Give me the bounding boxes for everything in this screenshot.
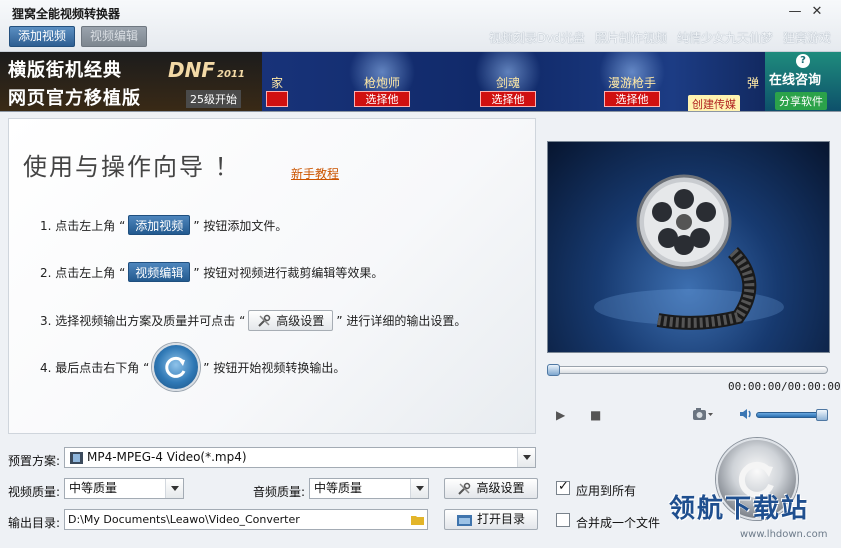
stop-icon[interactable]: ■ xyxy=(590,408,601,422)
guide-step-4: 4. 最后点击右下角 “ ” 按钮开始视频转换输出。 xyxy=(40,343,345,391)
guide-step-2: 2. 点击左上角 “ 视频编辑 ” 按钮对视频进行裁剪编辑等效果。 xyxy=(40,262,383,282)
merge-label: 合并成一个文件 xyxy=(576,516,661,530)
guide-panel: 使用与操作向导 ！ 新手教程 1. 点击左上角 “ 添加视频 ” 按钮添加文件。… xyxy=(8,118,536,434)
banner-char-2[interactable]: 剑魂 选择他 xyxy=(472,54,544,110)
advanced-settings-button[interactable]: 高级设置 xyxy=(444,478,538,499)
video-quality-select[interactable]: 中等质量 xyxy=(64,478,184,499)
banner-promo: 横版街机经典 网页官方移植版 DNF 2011 25级开始 xyxy=(0,52,262,111)
tools-icon xyxy=(458,482,471,495)
guide-step-1: 1. 点击左上角 “ 添加视频 ” 按钮添加文件。 xyxy=(40,215,287,235)
banner-char-name: 漫游枪手 xyxy=(607,76,656,90)
seek-thumb[interactable] xyxy=(547,364,560,376)
folder-icon[interactable] xyxy=(411,514,424,525)
watermark-url: www.lhdown.com xyxy=(740,529,828,540)
banner-pick-button[interactable] xyxy=(266,91,288,107)
banner-pick-button[interactable]: 选择他 xyxy=(480,91,536,107)
banner-pick-button[interactable]: 选择他 xyxy=(354,91,410,107)
volume-icon[interactable] xyxy=(739,407,753,424)
chevron-down-icon[interactable] xyxy=(410,479,428,498)
banner-char-1[interactable]: 枪炮师 选择他 xyxy=(346,54,418,110)
guide-edit-video-button[interactable]: 视频编辑 xyxy=(128,262,191,282)
volume-thumb[interactable] xyxy=(816,409,828,421)
link-dvd-burn[interactable]: 视频刻录Dvd光盘 xyxy=(489,29,585,46)
app-title: 狸窝全能视频转换器 xyxy=(12,7,121,21)
merge-checkbox[interactable] xyxy=(556,513,570,527)
preset-select[interactable]: MP4-MPEG-4 Video(*.mp4) xyxy=(64,447,536,468)
film-reel-icon xyxy=(594,174,784,330)
play-icon[interactable]: ▶ xyxy=(556,408,565,422)
banner-pick-button[interactable]: 选择他 xyxy=(604,91,660,107)
consult-label: 在线咨询 xyxy=(769,73,822,88)
banner-char-name: 家 xyxy=(270,76,283,90)
output-dir-field[interactable]: D:\My Documents\Leawo\Video_Converter xyxy=(64,509,428,530)
film-icon xyxy=(70,452,83,464)
top-links: 视频刻录Dvd光盘 照片制作视频 纯情少女九天仙梦 狸窝游戏 xyxy=(489,29,831,46)
refresh-icon xyxy=(165,356,186,378)
chevron-down-icon[interactable] xyxy=(165,479,183,498)
banner-char-name: 剑魂 xyxy=(495,76,520,90)
banner-line2: 网页官方移植版 xyxy=(8,88,141,109)
camera-icon[interactable] xyxy=(692,407,714,424)
guide-advanced-button[interactable]: 高级设置 xyxy=(248,310,334,331)
video-quality-label: 视频质量: xyxy=(8,485,61,499)
minimize-button[interactable]: — xyxy=(786,4,804,20)
output-dir-label: 输出目录: xyxy=(8,516,61,530)
banner-char-0[interactable]: 家 xyxy=(262,54,292,110)
banner-char-name: 弹 xyxy=(746,76,759,90)
guide-convert-icon[interactable] xyxy=(152,343,201,391)
apply-all-label: 应用到所有 xyxy=(576,484,637,498)
seek-bar[interactable] xyxy=(547,364,828,376)
close-button[interactable]: ✕ xyxy=(808,4,826,20)
open-dir-button[interactable]: 打开目录 xyxy=(444,509,538,530)
guide-step-3: 3. 选择视频输出方案及质量并可点击 “ 高级设置 ” 进行详细的输出设置。 xyxy=(40,310,466,331)
banner-line1: 横版街机经典 xyxy=(8,60,122,81)
banner-chuang-badge[interactable]: 创建传媒 xyxy=(688,95,740,111)
apply-all-checkbox[interactable] xyxy=(556,479,570,495)
guide-add-video-button[interactable]: 添加视频 xyxy=(128,215,191,235)
link-photo-video[interactable]: 照片制作视频 xyxy=(595,29,667,46)
watermark-brand: 领航下载站 xyxy=(669,494,810,524)
tutorial-link[interactable]: 新手教程 xyxy=(291,165,339,182)
chevron-down-icon[interactable] xyxy=(517,448,535,467)
guide-title: 使用与操作向导 ！ xyxy=(23,153,241,181)
ad-banner[interactable]: 横版街机经典 网页官方移植版 DNF 2011 25级开始 家 枪炮师 选择他 剑… xyxy=(0,52,841,112)
audio-quality-select[interactable]: 中等质量 xyxy=(309,478,429,499)
audio-quality-label: 音频质量: xyxy=(253,485,306,499)
banner-level: 25级开始 xyxy=(186,90,241,108)
volume-slider[interactable] xyxy=(756,409,828,421)
timecode: 00:00:00/00:00:00 xyxy=(728,380,841,393)
preset-label: 预置方案: xyxy=(8,454,61,468)
banner-dnf-logo: DNF 2011 xyxy=(168,58,245,82)
help-icon: ? xyxy=(796,54,810,68)
edit-video-button[interactable]: 视频编辑 xyxy=(81,26,147,47)
add-video-button[interactable]: 添加视频 xyxy=(9,26,75,47)
link-game-ad[interactable]: 纯情少女九天仙梦 xyxy=(677,29,773,46)
share-button[interactable]: 分享软件 xyxy=(775,92,827,110)
banner-char-name: 枪炮师 xyxy=(363,76,400,90)
video-preview xyxy=(547,141,830,353)
folder-open-icon xyxy=(456,514,472,526)
banner-char-3[interactable]: 漫游枪手 选择他 xyxy=(596,54,668,110)
banner-char-4[interactable]: 弹 xyxy=(742,54,764,110)
title-bar: 狸窝全能视频转换器 — ✕ 添加视频 视频编辑 视频刻录Dvd光盘 照片制作视频… xyxy=(0,0,841,52)
tools-icon xyxy=(258,314,271,327)
online-consult[interactable]: ? 在线咨询 分享软件 xyxy=(765,52,841,111)
link-liwo-game[interactable]: 狸窝游戏 xyxy=(783,29,831,46)
